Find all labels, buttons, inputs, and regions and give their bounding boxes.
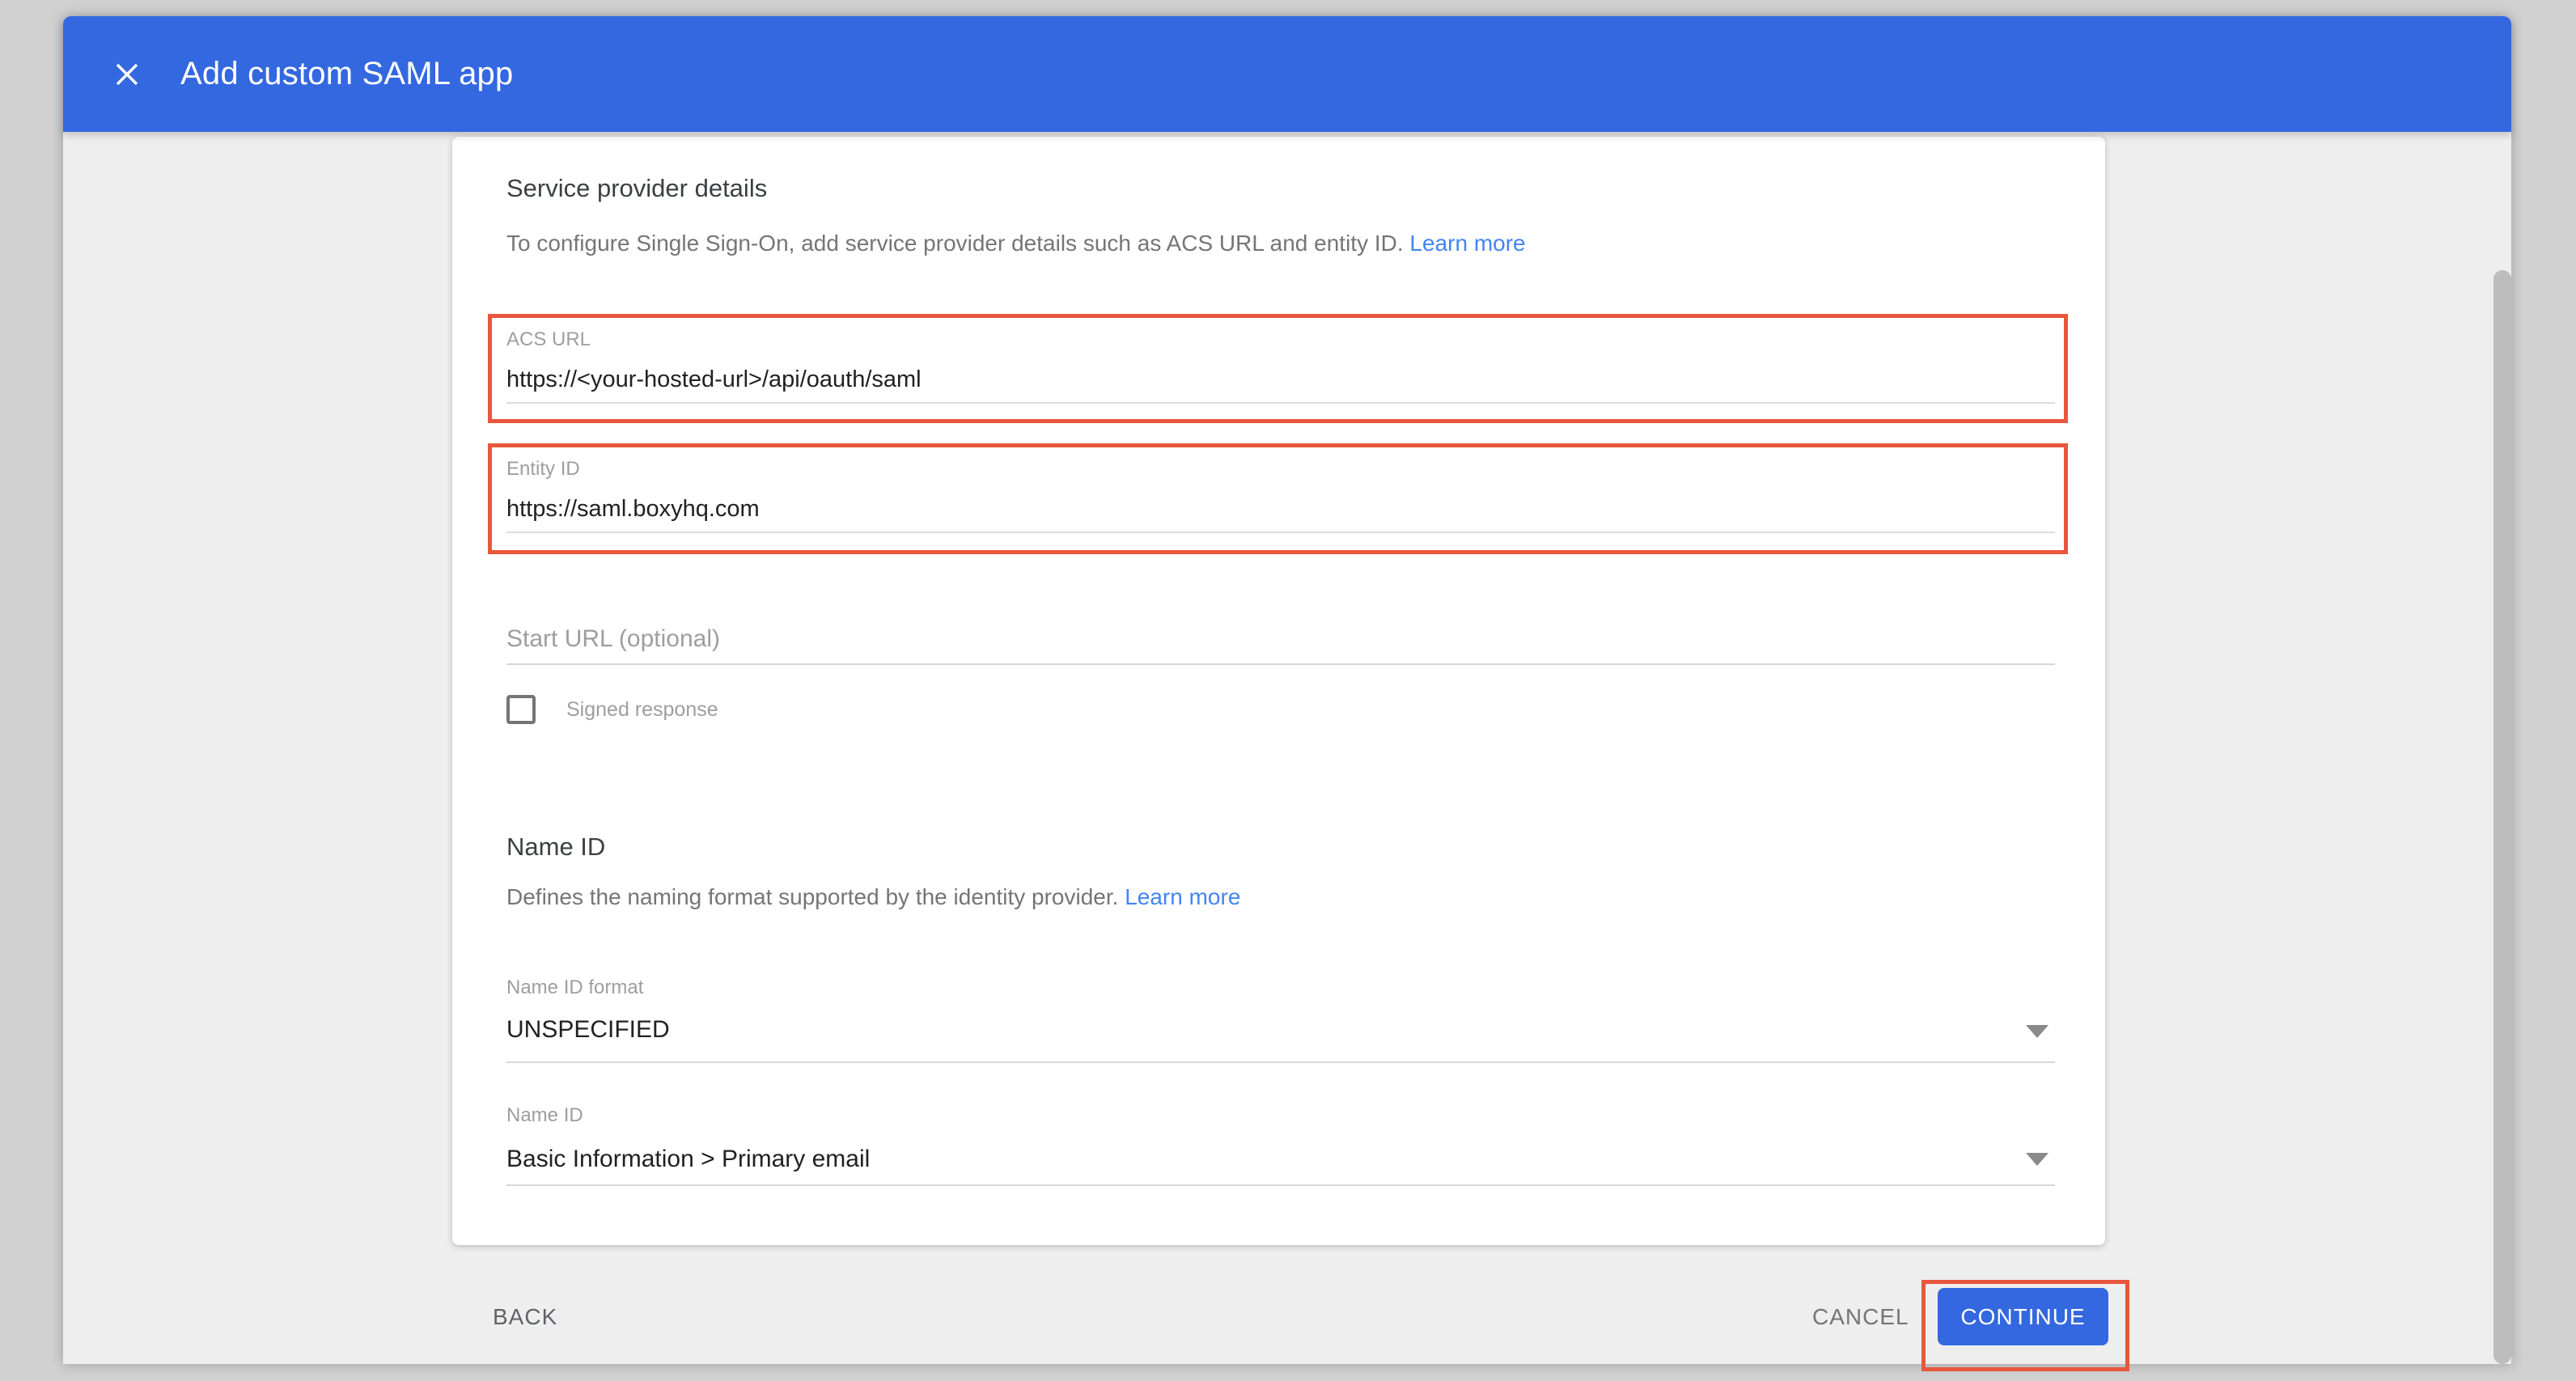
dialog-header: Add custom SAML app [63, 16, 2511, 132]
dialog-title: Add custom SAML app [180, 56, 513, 92]
name-id-select-label: Name ID [506, 1104, 583, 1127]
entity-id-value[interactable]: https://saml.boxyhq.com [506, 496, 2064, 522]
add-custom-saml-app-dialog: Add custom SAML app Service provider det… [63, 16, 2511, 1364]
scrollbar-thumb[interactable] [2493, 270, 2511, 1364]
service-provider-card: Service provider details To configure Si… [452, 137, 2105, 1245]
service-provider-heading: Service provider details [506, 173, 767, 204]
acs-url-annotation-box: ACS URL https://<your-hosted-url>/api/oa… [488, 314, 2068, 423]
start-url-input[interactable]: Start URL (optional) [506, 625, 720, 653]
name-id-description-text: Defines the naming format supported by t… [506, 884, 1118, 909]
name-id-underline [506, 1184, 2055, 1186]
acs-url-value[interactable]: https://<your-hosted-url>/api/oauth/saml [506, 366, 2064, 392]
acs-url-underline [506, 402, 2055, 404]
name-id-dropdown-icon[interactable] [2026, 1153, 2049, 1166]
entity-id-field[interactable]: Entity ID https://saml.boxyhq.com [492, 447, 2064, 533]
page-background: Add custom SAML app Service provider det… [0, 0, 2576, 1381]
name-id-format-dropdown-icon[interactable] [2026, 1025, 2049, 1038]
name-id-learn-more-link[interactable]: Learn more [1125, 884, 1240, 909]
name-id-format-select[interactable]: UNSPECIFIED [506, 1015, 670, 1044]
service-provider-description-text: To configure Single Sign-On, add service… [506, 231, 1404, 256]
entity-id-annotation-box: Entity ID https://saml.boxyhq.com [488, 443, 2068, 554]
acs-url-label: ACS URL [506, 329, 2064, 350]
service-provider-description: To configure Single Sign-On, add service… [506, 229, 1526, 258]
continue-annotation-box [1921, 1280, 2129, 1371]
service-provider-learn-more-link[interactable]: Learn more [1409, 231, 1525, 256]
close-icon [113, 61, 141, 88]
name-id-format-underline [506, 1061, 2055, 1063]
signed-response-row: Signed response [506, 695, 718, 724]
signed-response-label: Signed response [566, 695, 718, 724]
name-id-format-label: Name ID format [506, 976, 643, 999]
acs-url-field[interactable]: ACS URL https://<your-hosted-url>/api/oa… [492, 318, 2064, 404]
name-id-description: Defines the naming format supported by t… [506, 883, 1240, 912]
signed-response-checkbox[interactable] [506, 695, 536, 724]
entity-id-underline [506, 532, 2055, 533]
close-button[interactable] [106, 53, 148, 95]
entity-id-label: Entity ID [506, 459, 2064, 480]
back-button[interactable]: BACK [493, 1299, 557, 1335]
name-id-heading: Name ID [506, 832, 605, 862]
start-url-underline [506, 663, 2055, 665]
name-id-select[interactable]: Basic Information > Primary email [506, 1145, 870, 1174]
cancel-button[interactable]: CANCEL [1812, 1299, 1909, 1335]
